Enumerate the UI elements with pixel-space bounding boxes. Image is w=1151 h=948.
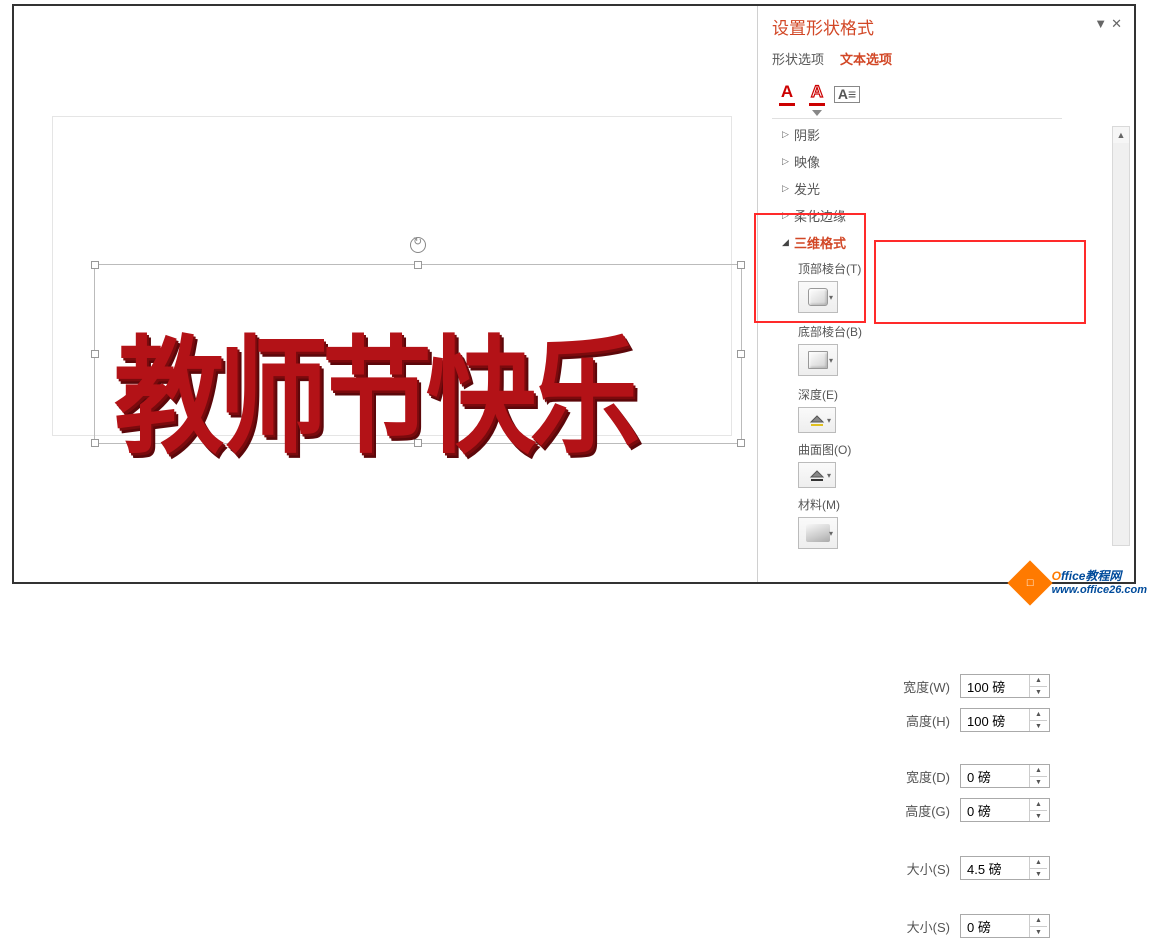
field-height-h: 高度(H) ▲▼ — [892, 708, 1092, 732]
resize-handle[interactable] — [91, 350, 99, 358]
section-shadow[interactable]: ▷阴影 — [772, 121, 1134, 148]
watermark: □ Office教程网 www.office26.com — [1014, 567, 1147, 599]
resize-handle[interactable] — [737, 439, 745, 447]
format3d-group: 顶部棱台(T) ▾ 底部棱台(B) ▾ 深度(E) ▾ 曲面图(O) ▾ 材料(… — [772, 260, 1134, 549]
app-frame: 教师节快乐 ▼ ✕ 设置形状格式 形状选项 文本选项 A A A≡ ▷阴影 ▷映… — [12, 4, 1136, 584]
resize-handle[interactable] — [91, 261, 99, 269]
rotate-handle-icon[interactable] — [410, 237, 426, 253]
numeric-fields: 宽度(W) ▲▼ 高度(H) ▲▼ 宽度(D) ▲▼ 高度(G) ▲▼ — [892, 559, 1092, 948]
format-shape-panel: ▼ ✕ 设置形状格式 形状选项 文本选项 A A A≡ ▷阴影 ▷映像 ▷发光 … — [757, 6, 1134, 582]
height-g-input[interactable]: ▲▼ — [960, 798, 1050, 822]
field-width-d: 宽度(D) ▲▼ — [892, 764, 1092, 788]
slide-canvas[interactable]: 教师节快乐 — [14, 6, 758, 582]
category-icons: A A A≡ — [772, 76, 1134, 112]
resize-handle[interactable] — [91, 439, 99, 447]
material-picker[interactable]: ▾ — [798, 517, 838, 549]
spin-up-icon: ▲ — [1030, 709, 1047, 721]
panel-scrollbar[interactable]: ▲ — [1112, 126, 1130, 546]
resize-handle[interactable] — [737, 261, 745, 269]
spin-up-icon: ▲ — [1030, 675, 1047, 687]
section-3d-format[interactable]: ◢三维格式 — [772, 229, 1134, 256]
field-height-g: 高度(G) ▲▼ — [892, 798, 1092, 822]
resize-handle[interactable] — [414, 261, 422, 269]
contour-label: 曲面图(O) — [798, 441, 1134, 458]
section-reflection[interactable]: ▷映像 — [772, 148, 1134, 175]
scroll-up-icon[interactable]: ▲ — [1113, 127, 1129, 143]
section-glow[interactable]: ▷发光 — [772, 175, 1134, 202]
panel-dropdown-icon[interactable]: ▼ — [1094, 16, 1107, 32]
spin-down-icon: ▼ — [1030, 721, 1047, 732]
depth-label: 深度(E) — [798, 386, 1134, 403]
material-label: 材料(M) — [798, 496, 1134, 513]
spin-down-icon: ▼ — [1030, 777, 1047, 788]
width-w-input[interactable]: ▲▼ — [960, 674, 1050, 698]
spin-down-icon: ▼ — [1030, 687, 1047, 698]
spin-down-icon: ▼ — [1030, 927, 1047, 938]
field-width-w: 宽度(W) ▲▼ — [892, 674, 1092, 698]
spin-up-icon: ▲ — [1030, 857, 1047, 869]
contour-color-picker[interactable]: ▾ — [798, 462, 836, 488]
spin-down-icon: ▼ — [1030, 869, 1047, 880]
textbox-icon[interactable]: A≡ — [832, 76, 862, 112]
size-s1-input[interactable]: ▲▼ — [960, 856, 1050, 880]
separator — [772, 118, 1062, 119]
field-size-s2: 大小(S) ▲▼ — [892, 914, 1092, 938]
text-fill-icon[interactable]: A — [772, 76, 802, 112]
width-d-input[interactable]: ▲▼ — [960, 764, 1050, 788]
spin-up-icon: ▲ — [1030, 915, 1047, 927]
panel-tabs: 形状选项 文本选项 — [772, 49, 1134, 68]
depth-color-picker[interactable]: ▾ — [798, 407, 836, 433]
bottom-bevel-label: 底部棱台(B) — [798, 323, 1134, 340]
spin-up-icon: ▲ — [1030, 799, 1047, 811]
spin-down-icon: ▼ — [1030, 811, 1047, 822]
tab-text-options[interactable]: 文本选项 — [840, 49, 892, 68]
height-h-input[interactable]: ▲▼ — [960, 708, 1050, 732]
top-bevel-picker[interactable]: ▾ — [798, 281, 838, 313]
section-softedge[interactable]: ▷柔化边缘 — [772, 202, 1134, 229]
spin-up-icon: ▲ — [1030, 765, 1047, 777]
wordart-text[interactable]: 教师节快乐 — [114, 294, 634, 478]
panel-close-icon[interactable]: ✕ — [1111, 16, 1122, 32]
size-s2-input[interactable]: ▲▼ — [960, 914, 1050, 938]
top-bevel-label: 顶部棱台(T) — [798, 260, 1134, 277]
field-size-s1: 大小(S) ▲▼ — [892, 856, 1092, 880]
text-effects-icon[interactable]: A — [802, 76, 832, 112]
bottom-bevel-picker[interactable]: ▾ — [798, 344, 838, 376]
resize-handle[interactable] — [737, 350, 745, 358]
tab-shape-options[interactable]: 形状选项 — [772, 49, 824, 68]
panel-title: 设置形状格式 — [772, 14, 1134, 39]
